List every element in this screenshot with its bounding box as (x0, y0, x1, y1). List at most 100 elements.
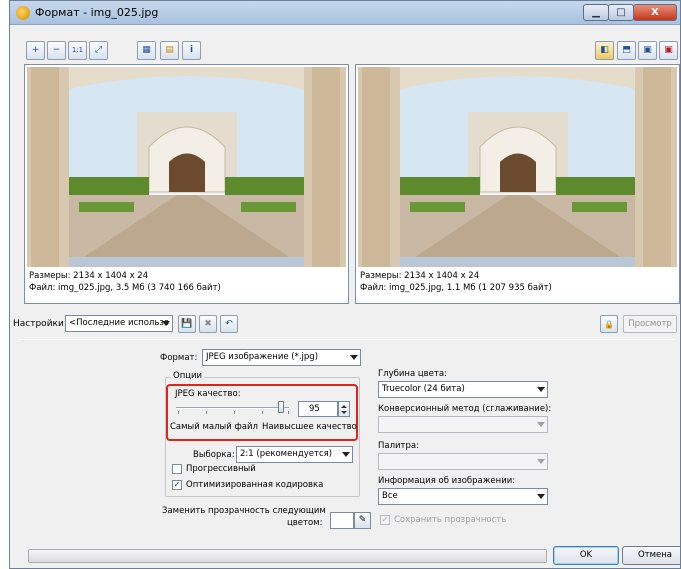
quality-input[interactable]: 95 (298, 401, 338, 417)
minimize-button[interactable]: ▁ (583, 4, 609, 21)
color-depth-select[interactable]: Truecolor (24 бита) (378, 381, 548, 398)
keep-transparency-checkbox[interactable]: ✓ (380, 515, 390, 525)
zoom-out-icon: − (52, 45, 61, 55)
progress-bar (28, 549, 547, 563)
image-info-select[interactable]: Все (378, 488, 548, 505)
app-icon (16, 6, 30, 20)
format-label: Формат: (160, 353, 198, 363)
chevron-down-icon (537, 459, 545, 464)
min-size-label: Самый малый файл (170, 422, 258, 432)
conversion-label: Конверсионный метод (сглаживание): (378, 404, 552, 414)
ok-button[interactable]: OK (553, 546, 619, 565)
slider-tick (206, 411, 207, 414)
slider-tick (234, 411, 235, 414)
image-info-value: Все (382, 491, 398, 501)
sampling-select[interactable]: 2:1 (рекомендуется) (236, 446, 353, 463)
close-button[interactable]: X (633, 4, 677, 21)
zoom-in-button[interactable]: + (26, 41, 45, 60)
fit-icon: ⤢ (94, 45, 103, 55)
slider-tick (178, 411, 179, 414)
chevron-down-icon (537, 422, 545, 427)
maximize-button[interactable]: □ (608, 4, 634, 21)
progressive-checkbox[interactable] (172, 464, 182, 474)
quality-slider-thumb[interactable] (277, 401, 284, 413)
info-button[interactable]: i (182, 41, 201, 60)
view-single-button[interactable]: ▣ (638, 41, 657, 60)
lock-icon: 🔒 (604, 319, 614, 329)
color-depth-label: Глубина цвета: (378, 369, 447, 379)
palette-select[interactable] (378, 453, 548, 470)
chevron-down-icon (342, 452, 350, 457)
chevron-down-icon (537, 387, 545, 392)
image-info-label: Информация об изображении: (378, 476, 516, 486)
result-info: Размеры: 2134 x 1404 x 24 Файл: img_025.… (360, 270, 552, 294)
layout-side-by-side-button[interactable]: ◧ (595, 41, 614, 60)
settings-row: Настройки: <Последние использо 💾 ✖ ↶ 🔒 П… (13, 314, 677, 334)
color-depth-value: Truecolor (24 бита) (382, 384, 465, 394)
options-title: Опции (171, 371, 205, 381)
image-a-button[interactable]: ▦ (137, 41, 156, 60)
cancel-button[interactable]: Отмена (622, 546, 680, 565)
original-preview-image[interactable] (27, 67, 346, 267)
sampling-value: 2:1 (рекомендуется) (240, 449, 333, 459)
preset-value: <Последние использо (69, 318, 170, 328)
optimized-label: Оптимизированная кодировка (186, 480, 324, 490)
slider-tick (262, 411, 263, 414)
zoom-in-icon: + (31, 45, 40, 55)
format-select[interactable]: JPEG изображение (*.jpg) (202, 349, 361, 366)
divider (18, 339, 674, 340)
arrow-up-icon (341, 405, 347, 408)
sampling-label: Выборка: (193, 450, 235, 460)
stacked-icon: ⬒ (622, 45, 631, 55)
original-dimensions: Размеры: 2134 x 1404 x 24 (29, 271, 149, 281)
arrow-down-icon (341, 411, 347, 414)
original-preview-panel: Размеры: 2134 x 1404 x 24 Файл: img_025.… (24, 64, 349, 304)
chevron-down-icon (162, 321, 170, 326)
delete-icon: ✖ (204, 319, 212, 329)
result-preview-image[interactable] (358, 67, 677, 267)
delete-preset-button[interactable]: ✖ (199, 315, 217, 333)
format-dialog-window: Формат - img_025.jpg ▁ □ X + − 1:1 ⤢ ▦ ▤… (9, 0, 681, 569)
progressive-label: Прогрессивный (186, 464, 256, 474)
eyedropper-icon: ✎ (358, 515, 367, 525)
format-value: JPEG изображение (*.jpg) (206, 352, 319, 362)
save-preset-button[interactable]: 💾 (178, 315, 196, 333)
result-preview-panel: Размеры: 2134 x 1404 x 24 Файл: img_025.… (355, 64, 680, 304)
result-file-info: Файл: img_025.jpg, 1.1 Мб (1 207 935 бай… (360, 283, 552, 293)
preset-select[interactable]: <Последние использо (65, 315, 173, 332)
replace-transparency-label: Заменить прозрачность следующим (162, 506, 326, 516)
color-picker-button[interactable]: ✎ (354, 512, 371, 529)
image-b-button[interactable]: ▤ (160, 41, 179, 60)
single-view-icon: ▣ (643, 45, 652, 55)
view-original-button[interactable]: ▣ (659, 41, 678, 60)
result-dimensions: Размеры: 2134 x 1404 x 24 (360, 271, 480, 281)
lock-preview-button[interactable]: 🔒 (600, 315, 618, 333)
max-quality-label: Наивысшее качество (262, 422, 357, 432)
preview-button[interactable]: Просмотр (623, 315, 677, 333)
save-icon: 💾 (181, 319, 193, 329)
window-title: Формат - img_025.jpg (35, 6, 159, 19)
picture-icon: ▤ (165, 45, 174, 55)
info-icon: i (189, 45, 194, 55)
layout-stacked-button[interactable]: ⬒ (617, 41, 636, 60)
quality-slider-track[interactable] (176, 407, 289, 409)
color-label: цветом: (287, 518, 323, 528)
undo-icon: ↶ (225, 319, 233, 329)
title-bar[interactable]: Формат - img_025.jpg ▁ □ X (10, 1, 680, 25)
keep-transparency-label: Сохранить прозрачность (394, 515, 507, 525)
quality-stepper[interactable] (338, 401, 350, 417)
reset-preset-button[interactable]: ↶ (220, 315, 238, 333)
palette-label: Палитра: (378, 441, 419, 451)
chevron-down-icon (537, 494, 545, 499)
jpeg-quality-label: JPEG качество: (175, 389, 241, 399)
fit-button[interactable]: ⤢ (89, 41, 108, 60)
actual-size-button[interactable]: 1:1 (68, 41, 87, 60)
conversion-select[interactable] (378, 416, 548, 433)
image-icon: ▦ (142, 45, 151, 55)
original-info: Размеры: 2134 x 1404 x 24 Файл: img_025.… (29, 270, 221, 294)
transparency-color-swatch[interactable] (330, 512, 354, 529)
optimized-checkbox[interactable]: ✓ (172, 480, 182, 490)
slider-tick (288, 411, 289, 414)
zoom-out-button[interactable]: − (47, 41, 66, 60)
actual-size-icon: 1:1 (71, 46, 84, 54)
